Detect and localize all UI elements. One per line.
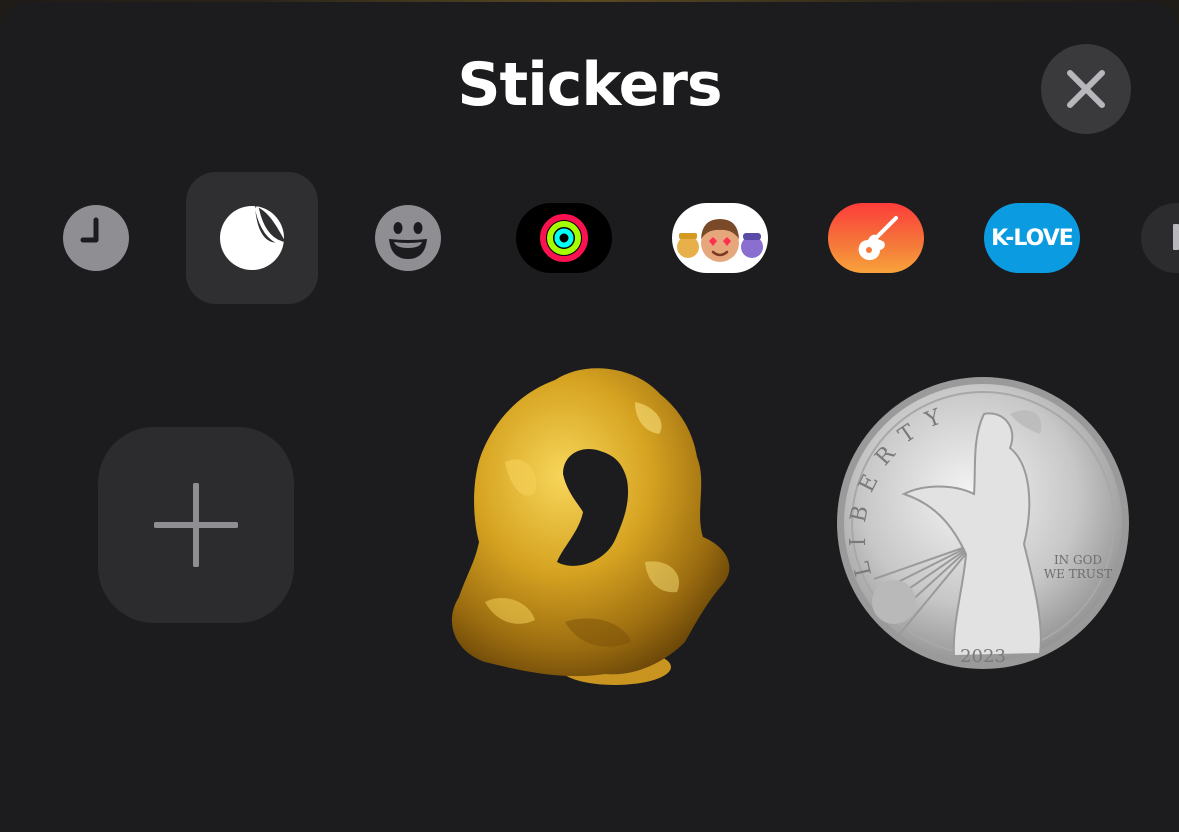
gold-nugget-sticker[interactable] bbox=[445, 362, 737, 697]
activity-rings-icon bbox=[540, 214, 588, 262]
partial-app-icon bbox=[1173, 224, 1179, 250]
clock-icon bbox=[63, 205, 129, 271]
coin-year: 2023 bbox=[960, 646, 1006, 667]
guitar-icon bbox=[858, 216, 898, 261]
memoji-icon bbox=[677, 219, 763, 262]
smiley-icon bbox=[375, 205, 441, 271]
partial-app-pill bbox=[1141, 203, 1179, 273]
plus-icon bbox=[154, 483, 238, 567]
category-activity[interactable] bbox=[515, 172, 613, 304]
category-more[interactable] bbox=[1140, 172, 1179, 304]
close-button[interactable] bbox=[1041, 44, 1131, 134]
category-garageband[interactable] bbox=[827, 172, 925, 304]
silver-eagle-coin-image: IN GOD WE TRUST 2023 LIBERTY bbox=[837, 377, 1129, 669]
klove-app-pill: K-LOVE bbox=[984, 203, 1080, 273]
sheet-title: Stickers bbox=[457, 50, 722, 120]
gold-nugget-image bbox=[451, 368, 730, 685]
add-sticker-button[interactable] bbox=[98, 427, 294, 623]
silver-coin-sticker[interactable]: IN GOD WE TRUST 2023 LIBERTY bbox=[834, 374, 1132, 679]
category-recents[interactable] bbox=[52, 172, 140, 304]
garageband-app-pill bbox=[828, 203, 924, 273]
category-emoji[interactable] bbox=[362, 172, 454, 304]
klove-logo: K-LOVE bbox=[991, 225, 1074, 251]
coin-motto-line1: IN GOD bbox=[1054, 553, 1102, 567]
sticker-peel-icon bbox=[220, 206, 285, 270]
coin-motto-line2: WE TRUST bbox=[1044, 567, 1112, 581]
activity-app-pill bbox=[516, 203, 612, 273]
close-icon bbox=[1067, 70, 1105, 108]
category-stickers[interactable] bbox=[186, 172, 318, 304]
memoji-app-pill bbox=[672, 203, 768, 273]
category-bar: K-LOVE bbox=[0, 172, 1179, 307]
category-klove[interactable]: K-LOVE bbox=[983, 172, 1081, 304]
stickers-sheet: Stickers K-LOVE IN GOD WE TRUST 2023 LIB… bbox=[0, 2, 1179, 832]
category-memoji[interactable] bbox=[671, 172, 769, 304]
